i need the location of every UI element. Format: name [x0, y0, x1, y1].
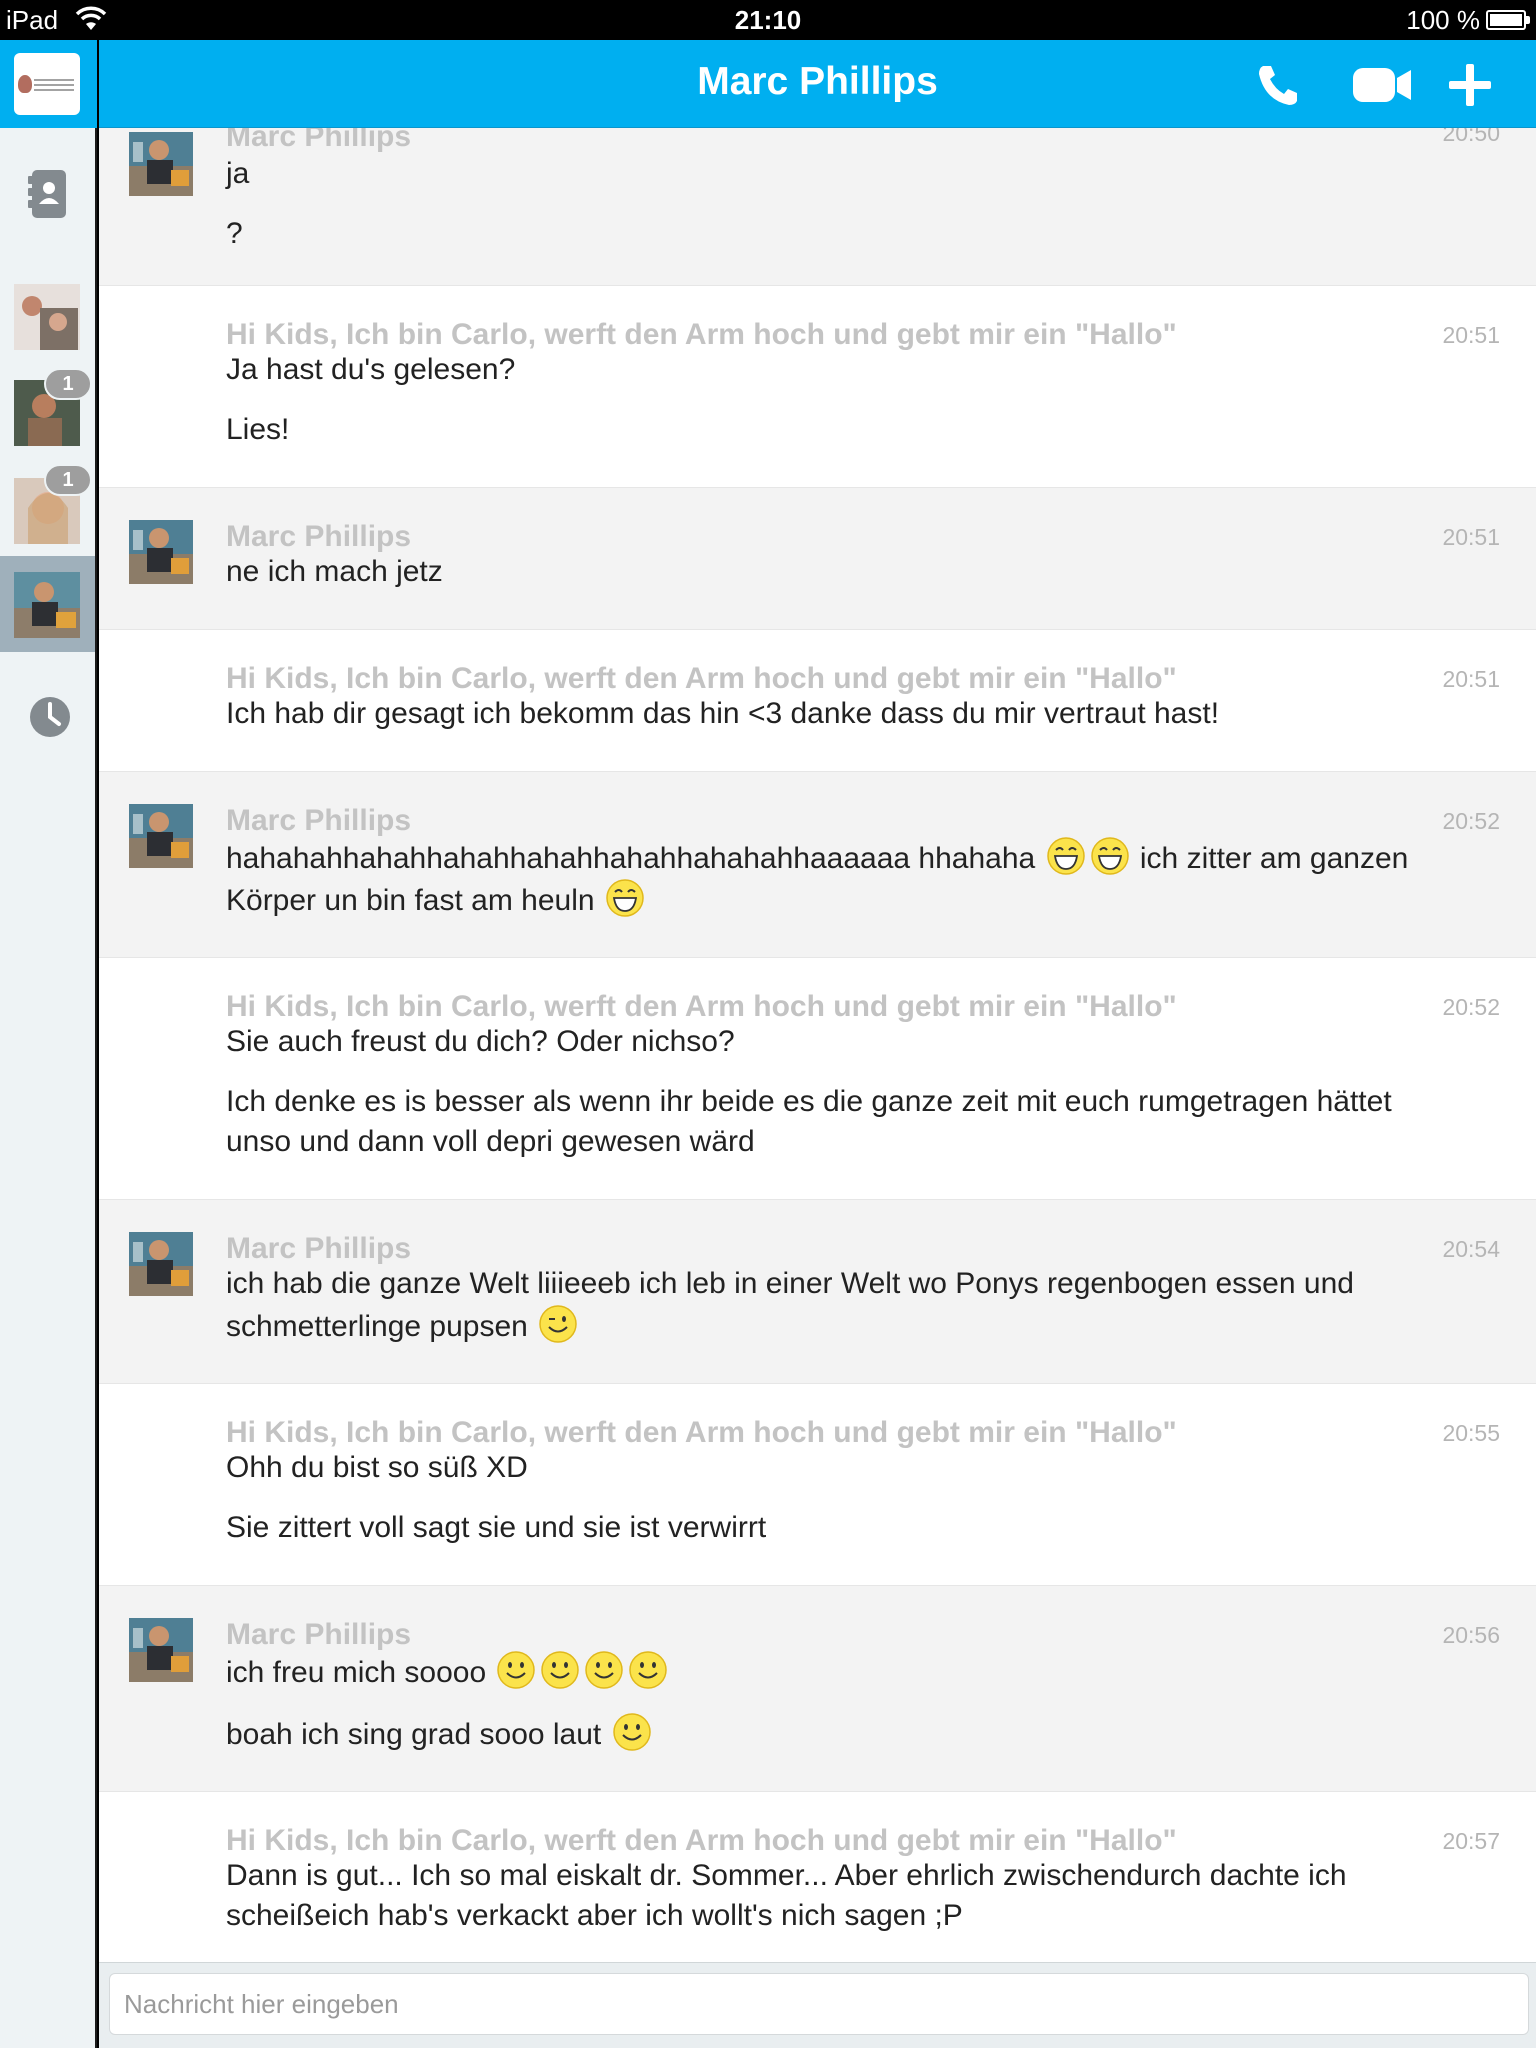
message-list[interactable]: Marc Phillips 20:50 ja ? Hi Kids, Ich bi… — [99, 128, 1536, 1962]
sender-name: Hi Kids, Ich bin Carlo, werft den Arm ho… — [226, 318, 1177, 351]
unread-badge: 1 — [44, 368, 92, 400]
message-time: 20:52 — [1442, 808, 1500, 834]
conversation-avatar[interactable] — [14, 284, 80, 350]
message-time: 20:50 — [1442, 128, 1500, 146]
message-time: 20:52 — [1442, 994, 1500, 1020]
smile-emoticon-icon — [497, 1651, 536, 1689]
sender-avatar[interactable] — [129, 520, 193, 584]
grin-emoticon-icon — [1046, 837, 1085, 875]
sender-name: Marc Phillips — [226, 1618, 412, 1651]
grin-emoticon-icon — [605, 879, 644, 917]
smile-emoticon-icon — [612, 1713, 651, 1751]
sender-name: Hi Kids, Ich bin Carlo, werft den Arm ho… — [226, 990, 1177, 1023]
message-text: Ich hab dir gesagt ich bekomm das hin <3… — [226, 697, 1220, 730]
message-group: Hi Kids, Ich bin Carlo, werft den Arm ho… — [99, 1384, 1536, 1586]
message-time: 20:55 — [1442, 1420, 1500, 1446]
plus-icon[interactable] — [1445, 62, 1495, 108]
message-group: Hi Kids, Ich bin Carlo, werft den Arm ho… — [99, 1792, 1536, 1962]
sender-avatar[interactable] — [129, 1232, 193, 1296]
message-text: Dann is gut... Ich so mal eiskalt dr. So… — [226, 1859, 1347, 1892]
status-time: 21:10 — [734, 5, 802, 35]
unread-badge: 1 — [44, 464, 92, 496]
my-profile-picture[interactable] — [14, 53, 80, 115]
chat-header: Marc Phillips — [99, 40, 1536, 128]
conversation-avatar[interactable] — [14, 572, 80, 638]
battery-percentage: 100 % — [1406, 5, 1480, 35]
smile-emoticon-icon — [585, 1651, 624, 1689]
message-group: Hi Kids, Ich bin Carlo, werft den Arm ho… — [99, 286, 1536, 488]
message-text: Ohh du bist so süß XD — [226, 1451, 528, 1484]
message-group: Hi Kids, Ich bin Carlo, werft den Arm ho… — [99, 958, 1536, 1200]
sender-name: Marc Phillips — [226, 1232, 412, 1265]
grin-emoticon-icon — [1090, 837, 1129, 875]
sender-name: Marc Phillips — [226, 520, 412, 553]
message-text: hahahahhahahhahahhahahhahahhahahahhaaaaa… — [226, 836, 1516, 879]
sender-name: Hi Kids, Ich bin Carlo, werft den Arm ho… — [226, 662, 1177, 695]
message-text: schmetterlinge pupsen — [226, 1304, 1516, 1347]
message-time: 20:51 — [1442, 524, 1500, 550]
message-text: ? — [226, 217, 243, 250]
message-group: Hi Kids, Ich bin Carlo, werft den Arm ho… — [99, 630, 1536, 772]
message-text: ne ich mach jetz — [226, 555, 443, 588]
message-group: Marc Phillips 20:56 ich freu mich soooo … — [99, 1586, 1536, 1792]
sender-name: Hi Kids, Ich bin Carlo, werft den Arm ho… — [226, 1416, 1177, 1449]
message-text: Ich denke es is besser als wenn ihr beid… — [226, 1085, 1392, 1118]
message-group: Marc Phillips 20:50 ja ? — [99, 128, 1536, 286]
sender-name: Marc Phillips — [226, 128, 412, 153]
message-text: Sie auch freust du dich? Oder nichso? — [226, 1025, 735, 1058]
phone-icon[interactable] — [1255, 62, 1305, 108]
message-time: 20:54 — [1442, 1236, 1500, 1262]
smile-emoticon-icon — [541, 1651, 580, 1689]
message-time: 20:51 — [1442, 666, 1500, 692]
message-text: Körper un bin fast am heuln — [226, 878, 1516, 921]
message-input[interactable] — [109, 1973, 1529, 2035]
sidebar: 1 1 — [0, 40, 97, 2048]
chat-title: Marc Phillips — [697, 60, 938, 103]
clock-icon[interactable] — [29, 696, 71, 738]
message-text: scheißeich hab's verkackt aber ich wollt… — [226, 1899, 963, 1932]
message-time: 20:56 — [1442, 1622, 1500, 1648]
sender-avatar[interactable] — [129, 132, 193, 196]
message-time: 20:51 — [1442, 322, 1500, 348]
message-text: ja — [226, 157, 250, 190]
wink-emoticon-icon — [539, 1305, 578, 1343]
message-text: Sie zittert voll sagt sie und sie ist ve… — [226, 1511, 767, 1544]
message-text: Lies! — [226, 413, 290, 446]
message-text: Ja hast du's gelesen? — [226, 353, 516, 386]
video-icon[interactable] — [1351, 62, 1413, 108]
message-input-bar — [99, 1962, 1536, 2048]
smile-emoticon-icon — [629, 1651, 668, 1689]
sender-avatar[interactable] — [129, 804, 193, 868]
message-text: unso und dann voll depri gewesen wärd — [226, 1125, 755, 1158]
selected-conversation[interactable] — [0, 556, 95, 652]
message-text: ich hab die ganze Welt liiieeeb ich leb … — [226, 1267, 1354, 1300]
message-group: Marc Phillips 20:54 ich hab die ganze We… — [99, 1200, 1536, 1384]
sender-avatar[interactable] — [129, 1618, 193, 1682]
battery-icon — [1486, 10, 1530, 30]
status-bar: iPad 21:10 100 % — [0, 0, 1536, 40]
sidebar-header — [0, 40, 97, 128]
sender-name: Marc Phillips — [226, 804, 412, 837]
message-time: 20:57 — [1442, 1828, 1500, 1854]
message-group: Marc Phillips 20:52 hahahahhahahhahahhah… — [99, 772, 1536, 958]
message-group: Marc Phillips 20:51 ne ich mach jetz — [99, 488, 1536, 630]
contacts-icon[interactable] — [26, 168, 68, 220]
message-text: ich freu mich soooo — [226, 1650, 1516, 1693]
message-text: boah ich sing grad sooo laut — [226, 1712, 1516, 1755]
sender-name: Hi Kids, Ich bin Carlo, werft den Arm ho… — [226, 1824, 1177, 1857]
